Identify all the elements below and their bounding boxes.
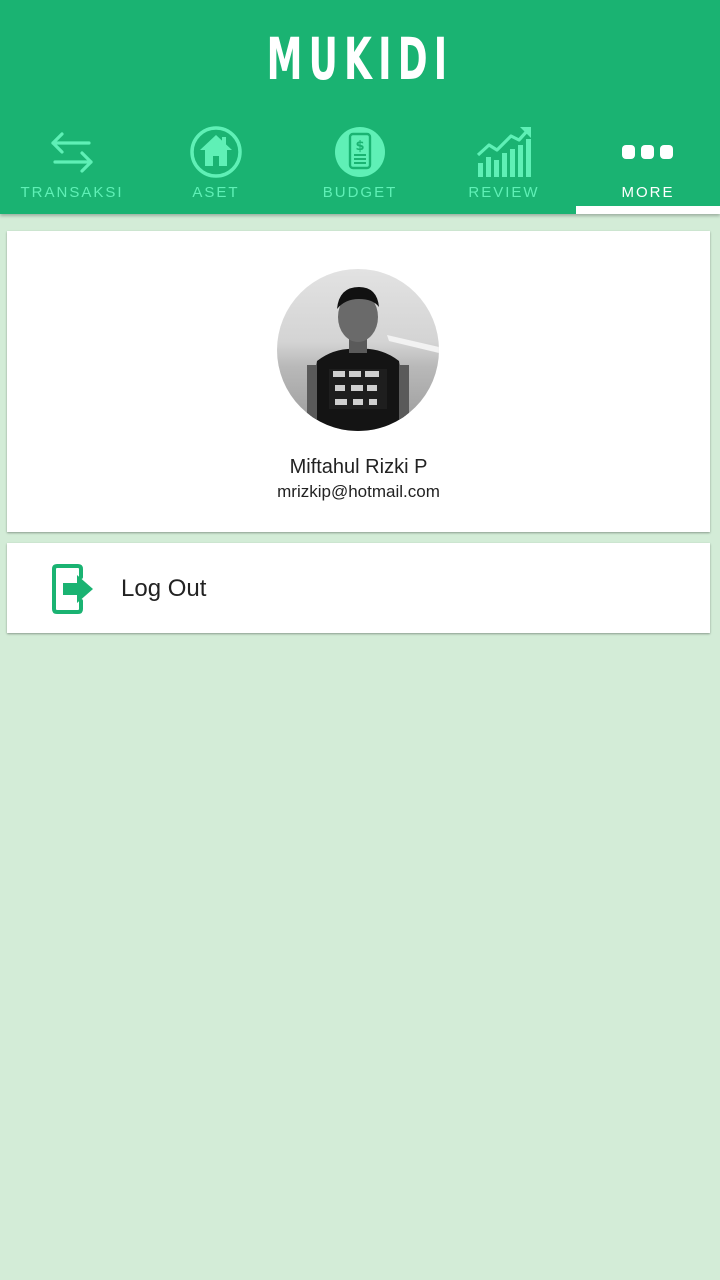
growth-chart-icon: [474, 124, 534, 180]
tab-label: TRANSAKSI: [20, 184, 124, 201]
more-dots-icon: [618, 124, 678, 180]
tab-aset[interactable]: ASET: [144, 120, 288, 214]
tab-transaksi[interactable]: TRANSAKSI: [0, 120, 144, 214]
logout-icon: [51, 563, 97, 615]
tab-label: MORE: [621, 184, 675, 201]
profile-name: Miftahul Rizki P: [289, 456, 428, 478]
home-icon: [186, 124, 246, 180]
tab-label: BUDGET: [322, 184, 398, 201]
dollar-document-icon: $: [330, 124, 390, 180]
app-title: MUKIDI: [266, 25, 454, 93]
swap-arrows-icon: [42, 124, 102, 180]
tab-label: REVIEW: [468, 184, 540, 201]
svg-text:$: $: [355, 139, 364, 154]
active-tab-indicator: [576, 206, 720, 214]
tab-budget[interactable]: $ BUDGET: [288, 120, 432, 214]
avatar: [277, 269, 439, 431]
tab-more[interactable]: MORE: [576, 120, 720, 214]
logout-button[interactable]: Log Out: [7, 543, 710, 633]
profile-card: Miftahul Rizki P mrizkip@hotmail.com: [7, 231, 710, 532]
tab-label: ASET: [192, 184, 240, 201]
tab-review[interactable]: REVIEW: [432, 120, 576, 214]
logout-label: Log Out: [121, 575, 207, 602]
app-header: MUKIDI TRANSAKSI ASET $ BUDGET REVIEW MO…: [0, 0, 720, 214]
tab-bar: TRANSAKSI ASET $ BUDGET REVIEW MORE: [0, 120, 720, 214]
profile-email: mrizkip@hotmail.com: [277, 482, 440, 501]
